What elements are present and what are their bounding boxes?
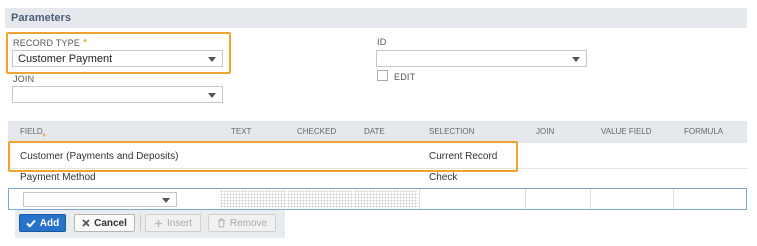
disabled-cell-text bbox=[220, 190, 286, 208]
column-header-text: TEXT bbox=[231, 127, 252, 136]
edit-checkbox[interactable] bbox=[377, 70, 388, 81]
column-header-value-field: VALUE FIELD bbox=[601, 127, 652, 136]
column-header-formula: FORMULA bbox=[684, 127, 724, 136]
id-label: ID bbox=[377, 37, 387, 47]
chevron-down-icon bbox=[572, 57, 580, 62]
insert-button[interactable]: Insert bbox=[145, 214, 201, 232]
checkmark-icon bbox=[26, 219, 36, 228]
button-bar: Add Cancel Insert Remove bbox=[15, 210, 285, 238]
edit-row[interactable] bbox=[8, 188, 747, 210]
remove-button[interactable]: Remove bbox=[208, 214, 276, 232]
record-type-value: Customer Payment bbox=[18, 53, 113, 65]
parameters-section-header: Parameters bbox=[5, 8, 747, 28]
cell-divider bbox=[673, 189, 674, 209]
button-separator bbox=[140, 215, 141, 231]
edit-label: EDIT bbox=[394, 72, 416, 82]
cell-divider bbox=[525, 189, 526, 209]
column-header-join: JOIN bbox=[536, 127, 555, 136]
chevron-down-icon bbox=[208, 93, 216, 98]
column-header-date: DATE bbox=[364, 127, 385, 136]
column-header-selection: SELECTION bbox=[429, 127, 475, 136]
cell-divider bbox=[590, 189, 591, 209]
chevron-down-icon bbox=[162, 198, 170, 203]
chevron-down-icon bbox=[208, 57, 216, 62]
row-highlight bbox=[8, 141, 518, 172]
id-select[interactable] bbox=[376, 50, 587, 67]
row-selection: Check bbox=[429, 172, 458, 183]
close-icon bbox=[82, 219, 90, 227]
disabled-cell-checked bbox=[287, 190, 353, 208]
column-header-checked: CHECKED bbox=[297, 127, 337, 136]
column-header-field: FIELD bbox=[20, 127, 43, 136]
field-select[interactable] bbox=[23, 192, 177, 207]
row-field: Payment Method bbox=[20, 172, 96, 183]
join-select[interactable] bbox=[12, 86, 223, 103]
table-row[interactable]: Payment Method Check bbox=[8, 169, 747, 189]
disabled-cell-date bbox=[354, 190, 418, 208]
insert-icon bbox=[154, 219, 162, 227]
required-marker: * bbox=[83, 37, 88, 49]
record-type-label: RECORD TYPE * bbox=[13, 37, 88, 49]
cell-divider bbox=[419, 189, 420, 209]
record-type-select[interactable]: Customer Payment bbox=[12, 50, 223, 67]
section-title: Parameters bbox=[11, 12, 71, 24]
add-button[interactable]: Add bbox=[19, 214, 66, 232]
join-label: JOIN bbox=[13, 74, 35, 84]
trash-icon bbox=[217, 218, 225, 228]
table-header: FIELD * TEXT CHECKED DATE SELECTION JOIN… bbox=[8, 121, 747, 143]
cancel-button[interactable]: Cancel bbox=[74, 214, 135, 232]
